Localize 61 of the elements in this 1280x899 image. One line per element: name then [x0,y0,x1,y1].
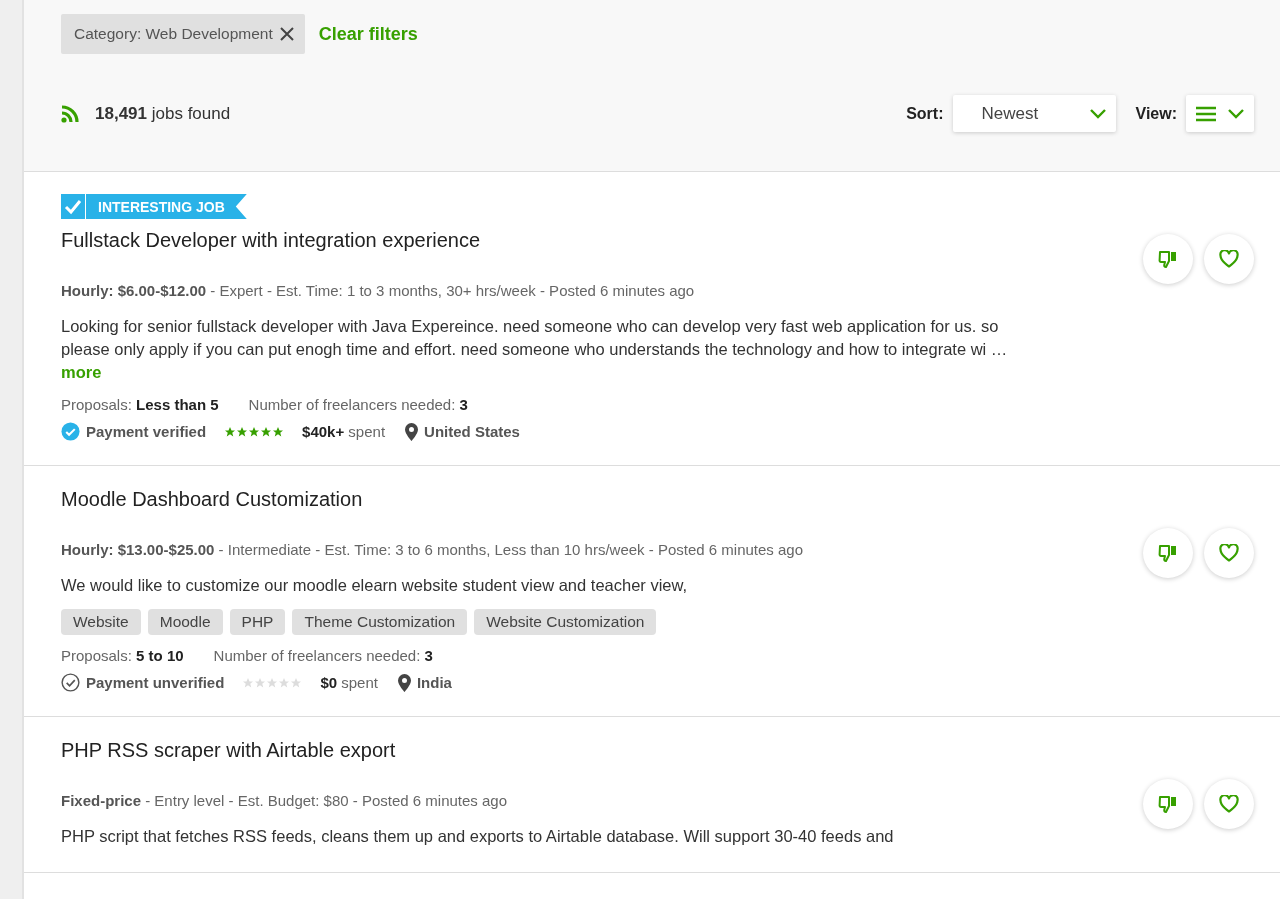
client-location: United States [424,423,520,440]
heart-icon [1219,250,1239,268]
skill-tag[interactable]: Moodle [147,609,223,635]
freelancers-needed-text: Number of freelancers needed: 3 [213,647,433,664]
dislike-button[interactable] [1143,528,1193,578]
skill-tag[interactable]: Website [61,609,141,635]
skill-tag[interactable]: Website Customization [474,609,657,635]
skill-tag[interactable]: PHP [229,609,286,635]
star-icon [254,676,267,689]
heart-icon [1219,795,1239,813]
skill-tag[interactable]: Theme Customization [292,609,468,635]
close-icon [278,26,295,42]
filter-label: Category: Web Development [74,25,273,43]
view-dropdown[interactable] [1186,95,1254,132]
job-description: Looking for senior fullstack developer with Java Expereince. need someone who can develop very fast web application for us. so please only apply if you can put enogh time and effort. need someone who understands the technology and how to integrate wi … more [61,316,1009,383]
star-icon [236,425,249,438]
rss-feed-icon[interactable] [61,104,79,123]
job-meta: Hourly: $13.00-$25.00 - Intermediate - Est. Time: 3 to 6 months, Less than 10 hrs/week - Posted 6 minutes ago [61,541,804,558]
freelancers-needed-text: Number of freelancers needed: 3 [248,396,468,413]
proposals-text: Proposals: Less than 5 [61,396,219,413]
save-job-button[interactable] [1204,528,1254,578]
amount-spent: $40k+ spent [302,423,386,440]
job-description: We would like to customize our moodle elearn website student view and teacher view, [61,575,689,596]
save-job-button[interactable] [1204,234,1254,284]
star-icon [224,425,237,438]
remove-filter-button[interactable] [278,26,295,42]
star-icon [266,676,279,689]
job-title[interactable]: Fullstack Developer with integration experience [61,229,1041,252]
thumbs-down-icon [1158,794,1178,814]
job-meta: Hourly: $6.00-$12.00 - Expert - Est. Time: 1 to 3 months, 30+ hrs/week - Posted 6 minutes ago [61,282,695,299]
star-icon [248,425,261,438]
job-title[interactable]: PHP RSS scraper with Airtable export [61,739,1041,762]
view-label: View: [1135,104,1177,123]
client-location: India [416,674,452,691]
dislike-button[interactable] [1143,234,1193,284]
star-icon [242,676,255,689]
star-icon [260,425,273,438]
chevron-down-icon [1089,108,1106,119]
sort-label: Sort: [906,104,944,123]
list-view-icon [1196,105,1216,122]
location-pin-icon [405,422,419,441]
interesting-job-badge: INTERESTING JOB [61,194,247,219]
chevron-down-icon [1228,108,1244,119]
star-icon [278,676,291,689]
proposals-text: Proposals: 5 to 10 [61,647,184,664]
payment-status: Payment unverified [86,674,225,691]
heart-icon [1219,544,1239,562]
job-description: PHP script that fetches RSS feeds, cleans them up and exports to Airtable database. Will support 30-40 feeds and [61,826,895,847]
job-meta: Fixed-price - Entry level - Est. Budget: $80 - Posted 6 minutes ago [61,792,508,809]
star-icon [290,676,303,689]
sort-dropdown[interactable]: Newest [952,95,1116,132]
location-pin-icon [397,673,411,692]
save-job-button[interactable] [1204,779,1254,829]
amount-spent: $0 spent [320,674,378,691]
thumbs-down-icon [1158,249,1178,269]
payment-status: Payment verified [86,423,207,440]
star-icon [272,425,285,438]
job-title[interactable]: Moodle Dashboard Customization [61,488,1041,511]
dislike-button[interactable] [1143,779,1193,829]
jobs-found-count: 18,491 jobs found [95,103,231,124]
thumbs-down-icon [1158,543,1178,563]
